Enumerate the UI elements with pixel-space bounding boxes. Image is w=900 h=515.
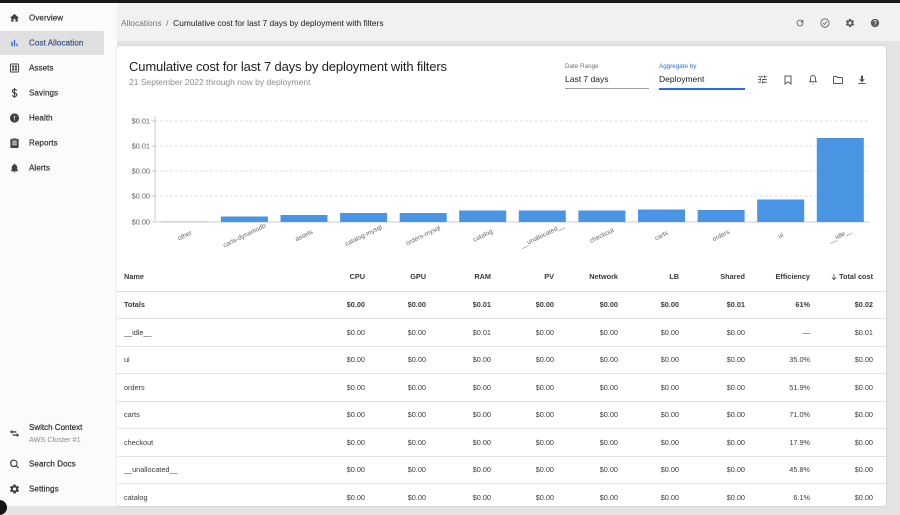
- svg-text:orders: orders: [711, 228, 731, 243]
- svg-text:catalog: catalog: [472, 228, 494, 244]
- svg-text:orders-mysql: orders-mysql: [405, 224, 442, 247]
- svg-text:ui: ui: [777, 232, 785, 241]
- svg-text:__idle__: __idle__: [827, 227, 853, 245]
- svg-text:carts-dynamodb: carts-dynamodb: [222, 222, 267, 249]
- svg-text:assets: assets: [294, 228, 315, 243]
- svg-text:$0.00: $0.00: [132, 218, 150, 227]
- svg-text:$0.01: $0.01: [132, 117, 150, 126]
- svg-text:checkout: checkout: [589, 227, 616, 245]
- svg-text:$0.00: $0.00: [132, 167, 150, 176]
- svg-text:$0.01: $0.01: [132, 142, 150, 151]
- svg-text:__unallocated__: __unallocated__: [519, 222, 566, 250]
- svg-text:other: other: [177, 229, 194, 242]
- svg-text:catalog-mysql: catalog-mysql: [344, 224, 384, 248]
- svg-text:carts: carts: [654, 229, 670, 242]
- svg-text:$0.00: $0.00: [132, 192, 150, 201]
